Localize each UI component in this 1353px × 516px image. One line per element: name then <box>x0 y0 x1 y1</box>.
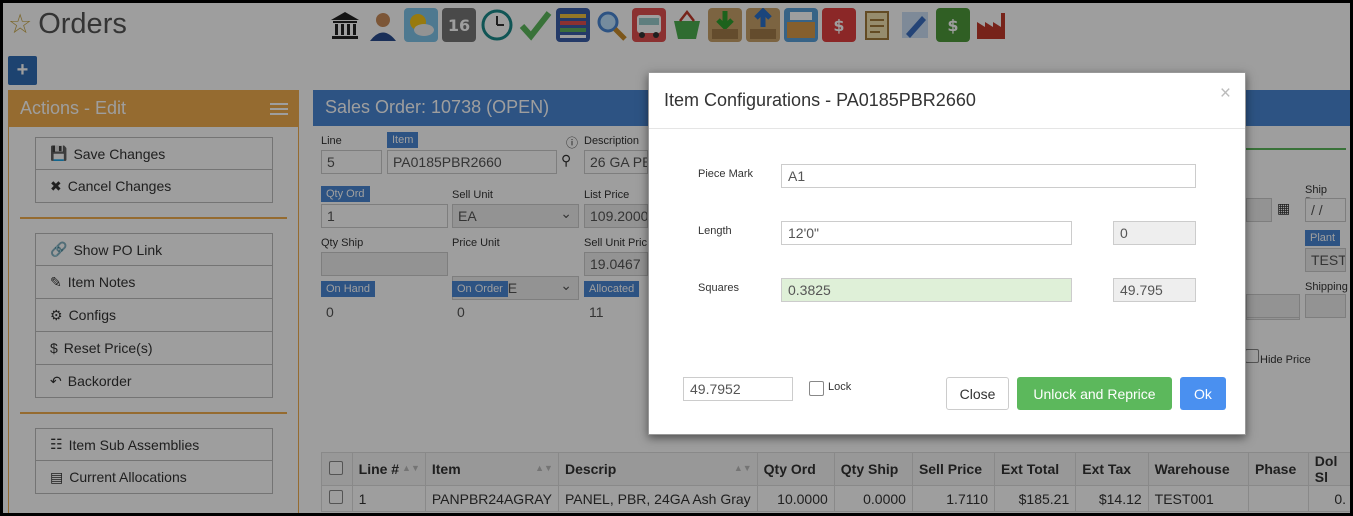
lock-checkbox[interactable] <box>809 381 824 396</box>
length-input[interactable]: 12'0" <box>781 221 1072 245</box>
modal-title: Item Configurations - PA0185PBR2660 <box>664 90 976 110</box>
length-label: Length <box>698 225 732 237</box>
piece-mark-input[interactable]: A1 <box>781 164 1196 188</box>
close-icon[interactable]: × <box>1220 83 1231 105</box>
item-configurations-modal: Item Configurations - PA0185PBR2660 × Pi… <box>648 72 1246 435</box>
squares-extra-input[interactable]: 49.795 <box>1113 278 1196 302</box>
unlock-and-reprice-button[interactable]: Unlock and Reprice <box>1017 377 1172 410</box>
lock-label: Lock <box>828 381 852 393</box>
length-extra-input[interactable]: 0 <box>1113 221 1196 245</box>
modal-header: Item Configurations - PA0185PBR2660 × <box>649 73 1245 129</box>
piece-mark-label: Piece Mark <box>698 168 754 180</box>
total-input[interactable]: 49.7952 <box>683 377 793 401</box>
close-button[interactable]: Close <box>946 377 1009 410</box>
squares-label: Squares <box>698 282 739 294</box>
ok-button[interactable]: Ok <box>1180 377 1226 410</box>
squares-input[interactable]: 0.3825 <box>781 278 1072 302</box>
